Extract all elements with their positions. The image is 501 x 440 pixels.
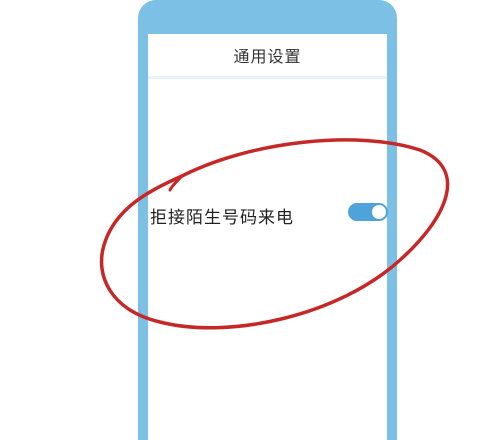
setting-label: 拒接陌生号码来电: [150, 207, 294, 228]
toggle-knob: [372, 205, 386, 219]
header: 通用设置: [148, 34, 387, 76]
page-title: 通用设置: [233, 47, 302, 66]
header-divider: [148, 76, 387, 79]
settings-screen: 通用设置 拒接陌生号码来电: [148, 34, 387, 440]
reject-unknown-toggle[interactable]: [348, 203, 388, 221]
